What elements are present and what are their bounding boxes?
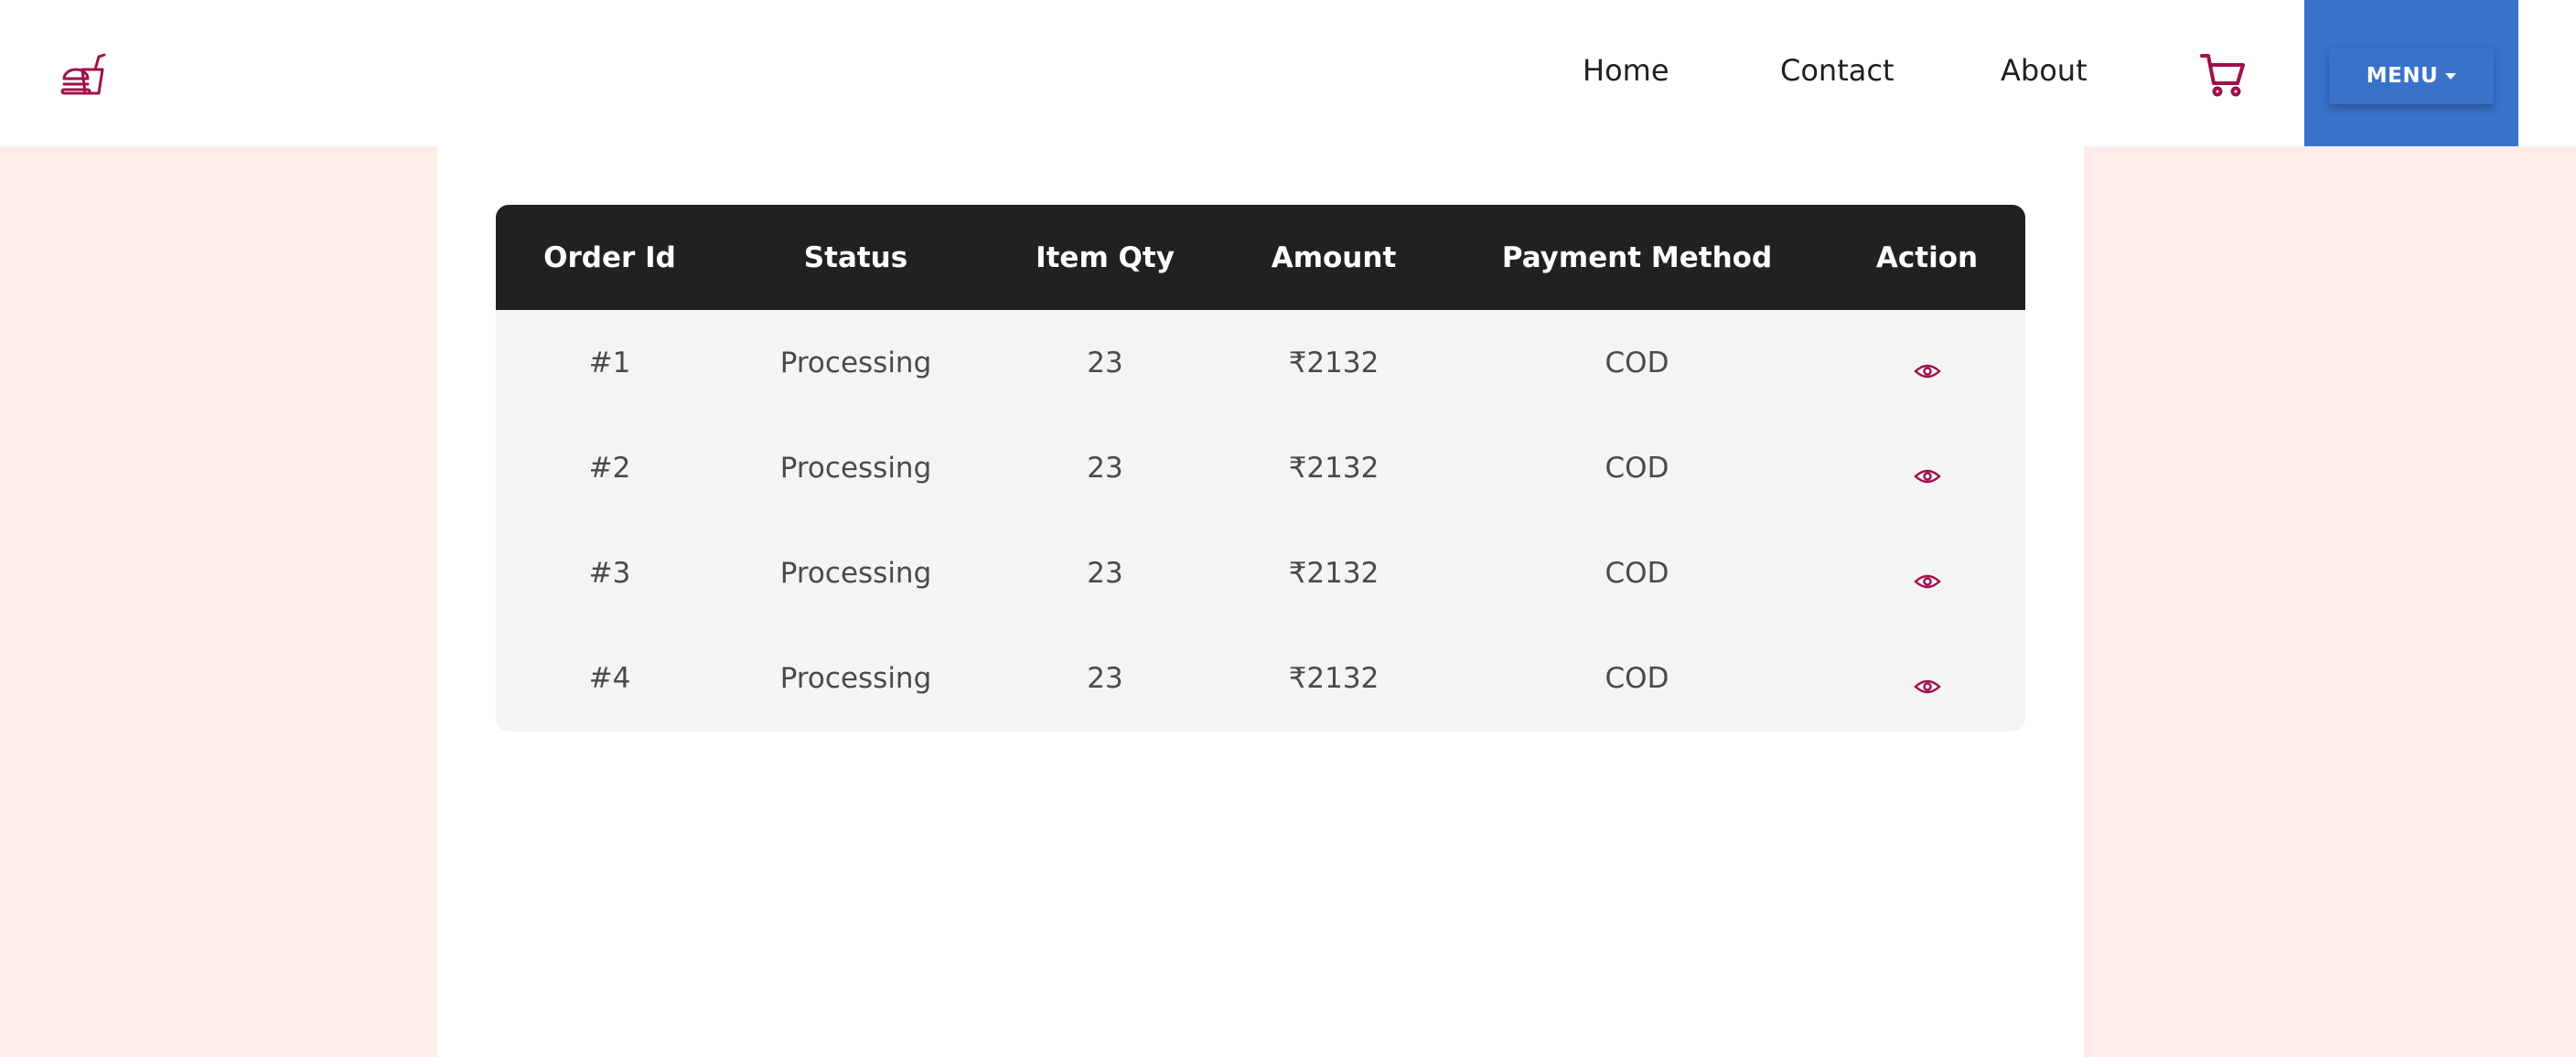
cell-order-id: #4 <box>588 661 631 695</box>
cell-payment-method: COD <box>1605 346 1669 379</box>
cell-action <box>1829 415 2025 520</box>
table-row: #1 Processing 23 ₹2132 COD <box>496 310 2025 415</box>
cell-item-qty: 23 <box>1087 346 1123 379</box>
cell-order-id: #1 <box>588 346 631 379</box>
cell-amount: ₹2132 <box>1288 346 1379 379</box>
cell-item-qty: 23 <box>1087 451 1123 485</box>
eye-icon[interactable] <box>1913 565 1941 589</box>
column-header-order-id: Order Id <box>496 205 724 310</box>
caret-down-icon <box>2445 72 2457 80</box>
cell-order-id: #3 <box>588 556 631 590</box>
table-row: #3 Processing 23 ₹2132 COD <box>496 520 2025 625</box>
eye-icon[interactable] <box>1913 355 1941 379</box>
column-header-amount: Amount <box>1222 205 1445 310</box>
eye-icon[interactable] <box>1913 460 1941 484</box>
cell-status: Processing <box>779 451 932 485</box>
menu-panel: MENU <box>2304 0 2518 146</box>
site-header: Home Contact About MENU <box>0 0 2576 146</box>
cell-action <box>1829 520 2025 625</box>
orders-table: Order Id Status Item Qty Amount Payment … <box>496 205 2025 731</box>
table-row: #4 Processing 23 ₹2132 COD <box>496 625 2025 731</box>
column-header-action: Action <box>1829 205 2025 310</box>
cell-amount: ₹2132 <box>1288 451 1379 485</box>
menu-label: MENU <box>2366 64 2439 88</box>
cell-status: Processing <box>779 661 932 695</box>
cell-status: Processing <box>779 346 932 379</box>
nav-about-link[interactable]: About <box>2001 53 2088 88</box>
table-row: #2 Processing 23 ₹2132 COD <box>496 415 2025 520</box>
cell-action <box>1829 625 2025 731</box>
column-header-status: Status <box>724 205 988 310</box>
menu-dropdown-button[interactable]: MENU <box>2329 48 2494 104</box>
cell-payment-method: COD <box>1605 556 1669 590</box>
cell-status: Processing <box>779 556 932 590</box>
cell-payment-method: COD <box>1605 661 1669 695</box>
cell-order-id: #2 <box>588 451 631 485</box>
column-header-payment-method: Payment Method <box>1445 205 1829 310</box>
table-header-row: Order Id Status Item Qty Amount Payment … <box>496 205 2025 310</box>
nav-home-link[interactable]: Home <box>1583 53 1669 88</box>
nav-contact-link[interactable]: Contact <box>1780 53 1894 88</box>
cell-amount: ₹2132 <box>1288 556 1379 590</box>
column-header-item-qty: Item Qty <box>988 205 1222 310</box>
food-logo-icon[interactable] <box>60 51 108 99</box>
cell-amount: ₹2132 <box>1288 661 1379 695</box>
cell-item-qty: 23 <box>1087 661 1123 695</box>
cart-icon[interactable] <box>2199 51 2249 99</box>
eye-icon[interactable] <box>1913 670 1941 694</box>
cell-payment-method: COD <box>1605 451 1669 485</box>
cell-item-qty: 23 <box>1087 556 1123 590</box>
orders-table-container: Order Id Status Item Qty Amount Payment … <box>496 205 2025 731</box>
cell-action <box>1829 310 2025 415</box>
